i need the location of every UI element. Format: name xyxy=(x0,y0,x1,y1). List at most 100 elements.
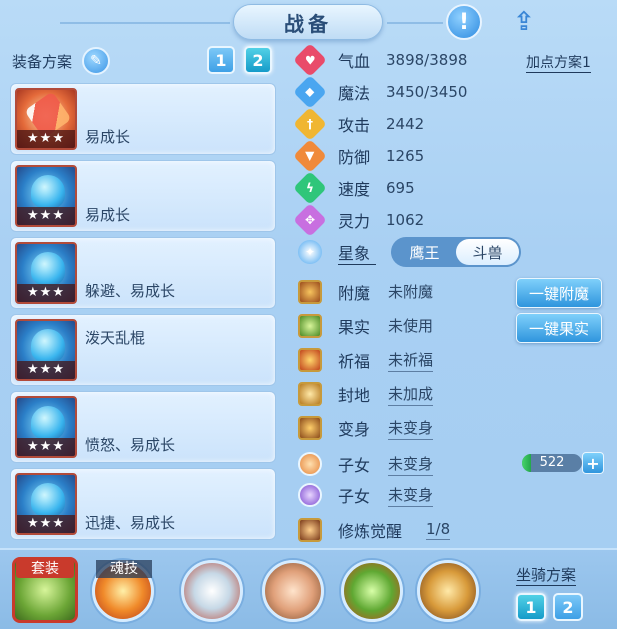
equipment-slot-2[interactable]: ★★★ 易成长 xyxy=(10,160,276,232)
stat-speed: ϟ 速度 695 xyxy=(293,171,415,205)
extra-label: 祈福 xyxy=(338,352,371,371)
edit-icon[interactable]: ✎ xyxy=(82,47,111,75)
stat-label: 攻击 xyxy=(338,116,371,135)
one-click-enchant-button[interactable]: 一键附魔 xyxy=(516,278,602,308)
extra-label: 果实 xyxy=(338,318,371,337)
cultivation-icon xyxy=(298,518,322,542)
spirit-icon: ✥ xyxy=(293,203,327,237)
helmet-icon: ★★★ xyxy=(15,165,77,227)
slot-text: 泼天乱棍 xyxy=(85,329,146,347)
title-decor-right xyxy=(387,22,443,24)
extra-label: 封地 xyxy=(338,386,371,405)
tab-eagle-king[interactable]: 鹰王 xyxy=(393,239,456,265)
stat-value: 695 xyxy=(386,179,415,197)
stat-label: 速度 xyxy=(338,180,371,199)
weapon-ornament-icon: ★★★ xyxy=(15,319,77,381)
help-icon[interactable]: ! xyxy=(446,4,482,40)
stat-value: 3450/3450 xyxy=(386,83,468,101)
equipment-slot-6[interactable]: ★★★ 迅捷、易成长 xyxy=(10,468,276,540)
fief-icon xyxy=(298,382,322,406)
star-rating: ★★★ xyxy=(17,361,75,379)
blessing-icon xyxy=(298,348,322,372)
mana-icon: ◆ xyxy=(293,75,327,109)
equipment-plan-1-button[interactable]: 1 xyxy=(207,46,235,74)
slot-text: 愤怒、易成长 xyxy=(85,436,176,454)
extra-value: 未使用 xyxy=(388,317,434,335)
soul-skill-label: 魂技 xyxy=(96,560,152,578)
star-sign-tabs: 鹰王 斗兽 xyxy=(391,237,521,267)
necklace-icon: ★★★ xyxy=(15,242,77,304)
equipment-slot-3[interactable]: ★★★ 躲避、易成长 xyxy=(10,237,276,309)
star-rating: ★★★ xyxy=(17,284,75,302)
child-progress-value: 522 xyxy=(539,455,565,470)
extra-value[interactable]: 未变身 xyxy=(388,453,434,476)
add-point-plan-link[interactable]: 加点方案1 xyxy=(526,52,591,73)
weapon-icon: ★★★ xyxy=(15,88,77,150)
extra-fruit: 果实 未使用 xyxy=(298,312,433,340)
slot-text: 迅捷、易成长 xyxy=(85,514,176,532)
equipment-slot-5[interactable]: ★★★ 愤怒、易成长 xyxy=(10,391,276,463)
star-sign-label[interactable]: 星象 xyxy=(338,240,376,265)
title-decor-left xyxy=(60,22,230,24)
mount-skill-2-button[interactable] xyxy=(262,560,324,622)
star-sign-icon: ✦ xyxy=(298,240,322,264)
stat-value: 3898/3898 xyxy=(386,51,468,69)
slot-text: 易成长 xyxy=(85,206,131,224)
enchant-icon xyxy=(298,280,322,304)
extra-label: 子女 xyxy=(338,456,371,475)
mount-plan-label[interactable]: 坐骑方案 xyxy=(516,564,577,586)
sword-icon: † xyxy=(293,107,327,141)
equipment-slot-1[interactable]: ★★★ 易成长 xyxy=(10,83,276,155)
slot-text: 易成长 xyxy=(85,128,131,146)
page-title: 战备 xyxy=(233,4,383,40)
stat-hp: ♥ 气血 3898/3898 xyxy=(293,43,468,77)
star-rating: ★★★ xyxy=(17,438,75,456)
share-icon[interactable]: ⇪ xyxy=(506,4,542,40)
mount-skill-3-button[interactable] xyxy=(341,560,403,622)
child-icon xyxy=(298,483,322,507)
stat-label: 防御 xyxy=(338,148,371,167)
child-icon xyxy=(298,452,322,476)
star-sign-row: ✦ 星象 xyxy=(298,239,376,265)
stat-label: 魔法 xyxy=(338,84,371,103)
speed-icon: ϟ xyxy=(293,171,327,205)
extra-label: 变身 xyxy=(338,420,371,439)
extra-value[interactable]: 未变身 xyxy=(388,484,434,507)
stat-value: 1062 xyxy=(386,211,425,229)
one-click-fruit-button[interactable]: 一键果实 xyxy=(516,313,602,343)
mount-skill-4-button[interactable] xyxy=(417,560,479,622)
equipment-plan-2-button[interactable]: 2 xyxy=(244,46,272,74)
slot-text: 躲避、易成长 xyxy=(85,282,176,300)
extra-value[interactable]: 未加成 xyxy=(388,383,434,406)
extra-value[interactable]: 未祈福 xyxy=(388,349,434,372)
mount-plan-1-button[interactable]: 1 xyxy=(516,593,546,621)
stat-defense: ▼ 防御 1265 xyxy=(293,139,424,173)
extra-blessing: 祈福 未祈福 xyxy=(298,346,434,374)
heart-icon: ♥ xyxy=(293,43,327,77)
tab-beast-fighter[interactable]: 斗兽 xyxy=(456,239,519,265)
mount-plan-2-button[interactable]: 2 xyxy=(553,593,583,621)
extra-value[interactable]: 1/8 xyxy=(426,520,451,540)
extra-cultivation: 修炼觉醒 1/8 xyxy=(298,516,451,544)
star-rating: ★★★ xyxy=(17,207,75,225)
extra-label: 附魔 xyxy=(338,284,371,303)
equipment-plan-header: 装备方案 ✎ xyxy=(12,47,111,75)
extra-label: 子女 xyxy=(338,487,371,506)
stat-spirit: ✥ 灵力 1062 xyxy=(293,203,425,237)
suit-label: 套装 xyxy=(16,560,74,578)
armor-icon: ★★★ xyxy=(15,396,77,458)
extra-value: 未附魔 xyxy=(388,283,434,301)
stat-value: 2442 xyxy=(386,115,425,133)
child-progress-bar: 522 xyxy=(522,454,582,472)
extra-value[interactable]: 未变身 xyxy=(388,417,434,440)
stat-label: 气血 xyxy=(338,52,371,71)
boots-icon: ★★★ xyxy=(15,473,77,535)
shield-icon: ▼ xyxy=(293,139,327,173)
equipment-slot-4[interactable]: ★★★ 泼天乱棍 xyxy=(10,314,276,386)
extra-fief: 封地 未加成 xyxy=(298,380,434,408)
extra-label: 修炼觉醒 xyxy=(338,522,403,541)
extra-child-1: 子女 未变身 xyxy=(298,450,434,478)
mount-skill-1-button[interactable] xyxy=(181,560,243,622)
add-button[interactable]: + xyxy=(582,452,604,474)
stat-attack: † 攻击 2442 xyxy=(293,107,425,141)
